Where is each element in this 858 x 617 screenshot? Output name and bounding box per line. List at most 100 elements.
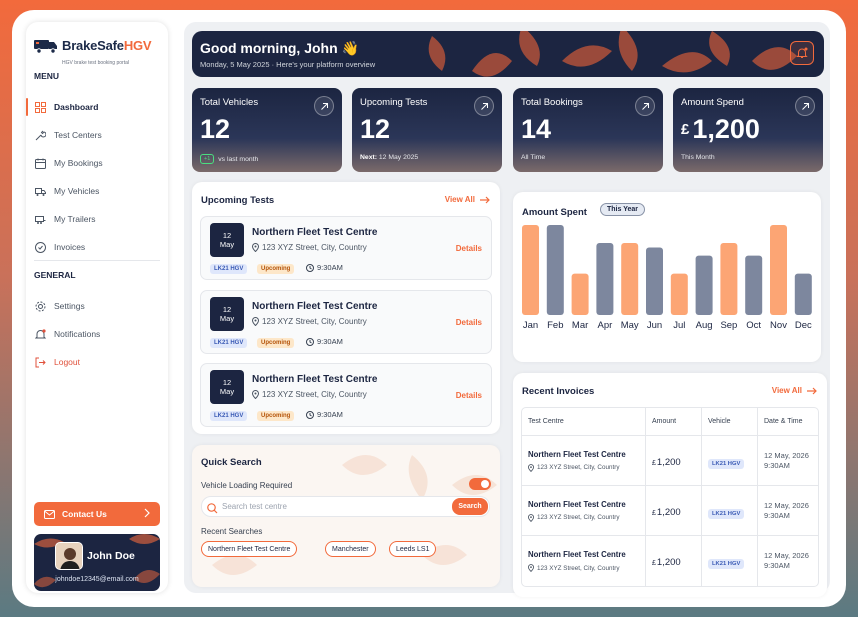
invoice-date: 12 May, 2026: [764, 450, 809, 460]
arrow-up-right-icon[interactable]: [795, 96, 815, 116]
stat-title: Amount Spend: [681, 97, 744, 108]
sidebar-item-logout[interactable]: Logout: [26, 349, 168, 375]
invoice-amount: £1,200: [652, 557, 681, 568]
sidebar-item-label: Dashboard: [54, 102, 99, 112]
arrow-up-right-icon[interactable]: [474, 96, 494, 116]
recent-search-chip[interactable]: Manchester: [325, 541, 376, 557]
chart-bar-feb[interactable]: [546, 225, 564, 315]
sidebar-item-label: My Vehicles: [54, 186, 100, 196]
vehicle-reg-badge: LK21 HGV: [708, 559, 745, 569]
chart-bar-apr[interactable]: [596, 243, 614, 315]
brand-tagline: HGV brake test booking portal: [62, 60, 129, 66]
recent-search-chip[interactable]: Northern Fleet Test Centre: [201, 541, 298, 557]
chart-bar-aug[interactable]: [695, 255, 713, 315]
sidebar-item-my-trailers[interactable]: My Trailers: [26, 206, 168, 232]
sidebar-item-label: Notifications: [54, 329, 101, 339]
invoice-address: 123 XYZ Street, City, Country: [528, 513, 645, 522]
stat-card-amount-spend[interactable]: Amount Spend £1,200 This Month: [673, 88, 823, 172]
invoice-centre-name: Northern Fleet Test Centre: [528, 449, 626, 459]
chart-bar-dec[interactable]: [794, 273, 812, 315]
contact-us-label: Contact Us: [62, 509, 107, 519]
chart-bar-oct[interactable]: [745, 255, 763, 315]
calendar-icon: [35, 158, 46, 169]
details-link[interactable]: Details: [456, 391, 482, 400]
invoice-amount: £1,200: [652, 506, 681, 518]
upcoming-test-card[interactable]: 12 May Northern Fleet Test Centre 123 XYZ…: [200, 290, 492, 354]
panel-title: Recent Invoices: [522, 386, 595, 397]
greeting-banner: Good morning, John 👋 Monday, 5 May 2025 …: [192, 31, 824, 77]
details-link[interactable]: Details: [456, 244, 482, 253]
sidebar-item-my-vehicles[interactable]: My Vehicles: [26, 178, 168, 204]
recent-search-chip[interactable]: Leeds LS1: [389, 541, 437, 557]
stat-subtext: This Month: [681, 154, 715, 161]
clock-icon: [306, 410, 314, 419]
vehicle-loading-toggle[interactable]: [469, 478, 491, 490]
invoices-table: Test Centre Amount Vehicle Date & Time N…: [521, 407, 819, 587]
arrow-up-right-icon[interactable]: [314, 96, 334, 116]
chart-x-tick-label: Sep: [720, 320, 737, 331]
table-row[interactable]: Northern Fleet Test Centre 123 XYZ Street…: [522, 486, 818, 536]
table-row[interactable]: Northern Fleet Test Centre 123 XYZ Street…: [522, 536, 818, 586]
test-centre-address: 123 XYZ Street, City, Country: [252, 243, 367, 252]
invoice-amount: £1,200: [652, 456, 681, 468]
quick-search-panel: Quick Search Vehicle Loading Required Se…: [192, 445, 500, 587]
sidebar-item-notifications[interactable]: Notifications: [26, 321, 168, 347]
status-badge: Upcoming: [257, 411, 295, 421]
test-centre-address: 123 XYZ Street, City, Country: [252, 317, 367, 326]
sidebar-item-my-bookings[interactable]: My Bookings: [26, 150, 168, 176]
stat-title: Total Vehicles: [200, 97, 259, 108]
table-row[interactable]: Northern Fleet Test Centre 123 XYZ Street…: [522, 436, 818, 486]
invoices-view-all-link[interactable]: View All: [772, 386, 817, 395]
sidebar-item-dashboard[interactable]: Dashboard: [26, 94, 168, 120]
chart-bar-jan[interactable]: [522, 225, 539, 315]
brand-name: BrakeSafeHGV: [62, 37, 152, 53]
date-badge: 12 May: [210, 297, 244, 331]
stat-value: 12: [200, 114, 231, 144]
stat-card-total-bookings[interactable]: Total Bookings 14 All Time: [513, 88, 663, 172]
stat-value: £1,200: [681, 114, 760, 144]
user-profile-card[interactable]: John Doe johndoe12345@email.com: [34, 534, 160, 591]
chart-x-tick-label: Jan: [523, 320, 538, 331]
details-link[interactable]: Details: [456, 318, 482, 327]
chart-bar-may[interactable]: [621, 243, 639, 315]
chart-bar-jul[interactable]: [670, 273, 688, 315]
app-window: BrakeSafeHGV HGV brake test booking port…: [12, 10, 846, 607]
test-centre-name: Northern Fleet Test Centre: [252, 227, 378, 238]
search-placeholder: Search test centre: [222, 502, 287, 511]
arrow-up-right-icon[interactable]: [635, 96, 655, 116]
arrow-right-icon: [807, 387, 817, 394]
search-input[interactable]: Search test centre Search: [201, 496, 490, 517]
invoice-address: 123 XYZ Street, City, Country: [528, 463, 645, 472]
chart-bar-mar[interactable]: [571, 273, 589, 315]
chart-bar-jun[interactable]: [646, 247, 663, 316]
chart-x-tick-label: Jul: [673, 320, 685, 331]
contact-us-button[interactable]: Contact Us: [34, 502, 160, 526]
sidebar-item-invoices[interactable]: Invoices: [26, 234, 168, 260]
stat-card-total-vehicles[interactable]: Total Vehicles 12 +1 vs last month: [192, 88, 342, 172]
invoice-address: 123 XYZ Street, City, Country: [528, 564, 645, 572]
upcoming-test-card[interactable]: 12 May Northern Fleet Test Centre 123 XYZ…: [200, 363, 492, 427]
search-button[interactable]: Search: [452, 498, 488, 515]
brand-logo[interactable]: BrakeSafeHGV: [34, 36, 152, 54]
stat-card-upcoming-tests[interactable]: Upcoming Tests 12 Next: 12 May 2025: [352, 88, 502, 172]
arrow-right-icon: [480, 196, 490, 203]
sidebar-item-label: Invoices: [54, 242, 86, 252]
invoice-time: 9:30AM: [764, 460, 790, 470]
chart-bar-nov[interactable]: [770, 225, 787, 315]
upcoming-view-all-link[interactable]: View All: [445, 195, 490, 204]
period-selector[interactable]: This Year: [600, 203, 646, 216]
upcoming-test-card[interactable]: 12 May Northern Fleet Test Centre 123 XYZ…: [200, 216, 492, 280]
recent-searches-label: Recent Searches: [201, 527, 263, 536]
sidebar-divider: [34, 260, 160, 261]
chart-x-tick-label: Mar: [572, 320, 588, 331]
sidebar-item-test-centers[interactable]: Test Centers: [26, 122, 168, 148]
sidebar-item-settings[interactable]: Settings: [26, 293, 168, 319]
wrench-icon: [35, 130, 46, 141]
chart-x-tick-label: Apr: [598, 320, 613, 331]
general-section-label: GENERAL: [34, 270, 76, 280]
test-time: 9:30AM: [306, 410, 343, 419]
clock-icon: [306, 337, 314, 346]
chart-bar-sep[interactable]: [720, 243, 738, 315]
notification-bell-button[interactable]: [790, 41, 814, 65]
location-pin-icon: [528, 564, 534, 572]
